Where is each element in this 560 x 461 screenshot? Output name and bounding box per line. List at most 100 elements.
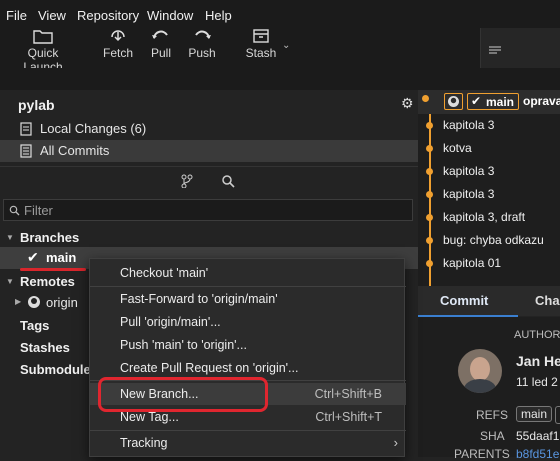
- sha-label: SHA: [480, 429, 505, 443]
- lines-icon: [489, 46, 501, 54]
- commit-message: kapitola 3, draft: [443, 210, 526, 224]
- pull-icon: [152, 30, 168, 39]
- origin-expand-icon[interactable]: ▶: [15, 297, 21, 306]
- local-changes-label: Local Changes (6): [40, 121, 147, 136]
- tab-commit[interactable]: Commit: [440, 293, 488, 308]
- sha-value: 55daaf1: [516, 429, 560, 443]
- github-badge-icon: [448, 96, 459, 107]
- filter-placeholder: Filter: [24, 203, 53, 218]
- filter-input[interactable]: Filter: [3, 199, 413, 221]
- menu-item-fast-forward[interactable]: Fast-Forward to 'origin/main': [90, 288, 406, 310]
- commit-row[interactable]: kapitola 3: [418, 160, 560, 183]
- remotes-collapse-icon[interactable]: ▼: [6, 277, 14, 286]
- commit-dot: [426, 145, 433, 152]
- menu-item-label: Push 'main' to 'origin'...: [120, 338, 247, 352]
- menu-item-tracking[interactable]: Tracking ›: [90, 432, 406, 454]
- remote-origin[interactable]: origin: [46, 295, 78, 310]
- document-icon: [20, 122, 32, 136]
- shortcut-new-branch: Ctrl+Shift+B: [314, 387, 382, 401]
- menu-window[interactable]: Window: [147, 8, 193, 23]
- parents-label: PARENTS: [454, 447, 510, 461]
- avatar: [458, 349, 502, 393]
- details-tabs: Commit Cha: [418, 286, 560, 316]
- commit-dot: [426, 260, 433, 267]
- commit-row[interactable]: kapitola 3: [418, 114, 560, 137]
- commits-list-icon: [20, 144, 32, 158]
- stash-dropdown-chevron-icon[interactable]: ⌄: [282, 40, 290, 51]
- menu-item-label: New Tag...: [120, 410, 179, 424]
- tab-changes[interactable]: Cha: [535, 293, 560, 308]
- refs-label: REFS: [476, 408, 509, 422]
- remotes-heading[interactable]: Remotes: [20, 274, 75, 289]
- branches-heading[interactable]: Branches: [20, 230, 79, 245]
- commit-row[interactable]: kapitola 3: [418, 183, 560, 206]
- pull-label: Pull: [150, 46, 171, 60]
- refs-badge-overflow: [555, 406, 560, 424]
- fetch-label: Fetch: [102, 46, 133, 60]
- menu-view[interactable]: View: [38, 8, 66, 23]
- sidebar-item-local-changes[interactable]: Local Changes (6): [0, 118, 418, 140]
- commit-message: kotva: [443, 141, 472, 155]
- menu-bar: File View Repository Window Help: [0, 0, 560, 28]
- toolbar: Quick Launch Fetch Pull Push Stash ⌄: [0, 28, 560, 74]
- head-commit-message: oprava: [523, 94, 560, 108]
- menu-item-label: Checkout 'main': [120, 266, 209, 280]
- red-underline-annotation: [20, 268, 86, 271]
- all-commits-label: All Commits: [40, 143, 110, 158]
- menu-separator: [90, 430, 406, 431]
- commit-message: bug: chyba odkazu: [443, 233, 544, 247]
- menu-item-push[interactable]: Push 'main' to 'origin'...: [90, 334, 406, 356]
- menu-item-create-pull-request[interactable]: Create Pull Request on 'origin'...: [90, 357, 406, 379]
- stash-button[interactable]: Stash: [244, 28, 278, 60]
- head-commit-dot: [422, 95, 429, 102]
- head-branch-name: main: [486, 95, 515, 109]
- context-menu: Checkout 'main' Fast-Forward to 'origin/…: [89, 258, 406, 457]
- commit-row[interactable]: kapitola 3, draft: [418, 206, 560, 229]
- stash-label: Stash: [245, 46, 277, 60]
- commit-message: kapitola 3: [443, 164, 495, 178]
- fetch-icon: [111, 30, 125, 42]
- author-name: Jan He: [516, 353, 560, 369]
- push-label: Push: [188, 46, 216, 60]
- pull-button[interactable]: Pull: [146, 28, 176, 60]
- sidebar-item-all-commits[interactable]: All Commits: [0, 140, 418, 162]
- menu-file[interactable]: File: [6, 8, 27, 23]
- commit-details: AUTHOR Jan He 11 led 2 REFS main SHA 55d…: [418, 317, 560, 461]
- refs-badge[interactable]: main: [516, 406, 553, 422]
- fetch-button[interactable]: Fetch: [100, 28, 136, 60]
- commit-dot: [426, 214, 433, 221]
- menu-item-label: Fast-Forward to 'origin/main': [120, 292, 278, 306]
- author-date: 11 led 2: [516, 375, 558, 389]
- stashes-heading[interactable]: Stashes: [20, 340, 70, 355]
- sidebar-divider: [0, 166, 418, 167]
- repo-name: pylab: [18, 97, 55, 113]
- menu-item-checkout[interactable]: Checkout 'main': [90, 262, 406, 284]
- github-icon: [28, 296, 40, 308]
- gear-icon[interactable]: ⚙: [401, 95, 414, 112]
- commit-row[interactable]: bug: chyba odkazu: [418, 229, 560, 252]
- menu-item-label: Create Pull Request on 'origin'...: [120, 361, 299, 375]
- commit-dot: [426, 168, 433, 175]
- author-label: AUTHOR: [514, 329, 560, 341]
- commit-row[interactable]: kotva: [418, 137, 560, 160]
- head-github-badge: [444, 93, 463, 110]
- menu-help[interactable]: Help: [205, 8, 232, 23]
- branches-collapse-icon[interactable]: ▼: [6, 233, 14, 242]
- sidebar-tools: [0, 168, 418, 194]
- submodules-heading[interactable]: Submodule: [20, 362, 91, 377]
- head-check-icon: ✔: [471, 94, 482, 108]
- commit-dot: [426, 237, 433, 244]
- commit-row[interactable]: kapitola 01: [418, 252, 560, 275]
- toolbar-separator: [0, 68, 560, 90]
- menu-repository[interactable]: Repository: [77, 8, 139, 23]
- menu-item-pull[interactable]: Pull 'origin/main'...: [90, 311, 406, 333]
- commit-message: kapitola 3: [443, 187, 495, 201]
- commit-row-head[interactable]: ✔ main oprava: [418, 90, 560, 114]
- push-button[interactable]: Push: [186, 28, 218, 60]
- tags-heading[interactable]: Tags: [20, 318, 49, 333]
- parents-link[interactable]: b8fd51e: [516, 447, 559, 461]
- branch-icon[interactable]: [181, 174, 193, 188]
- menu-separator: [90, 286, 406, 287]
- search-icon[interactable]: [221, 174, 235, 188]
- commit-message: kapitola 3: [443, 118, 495, 132]
